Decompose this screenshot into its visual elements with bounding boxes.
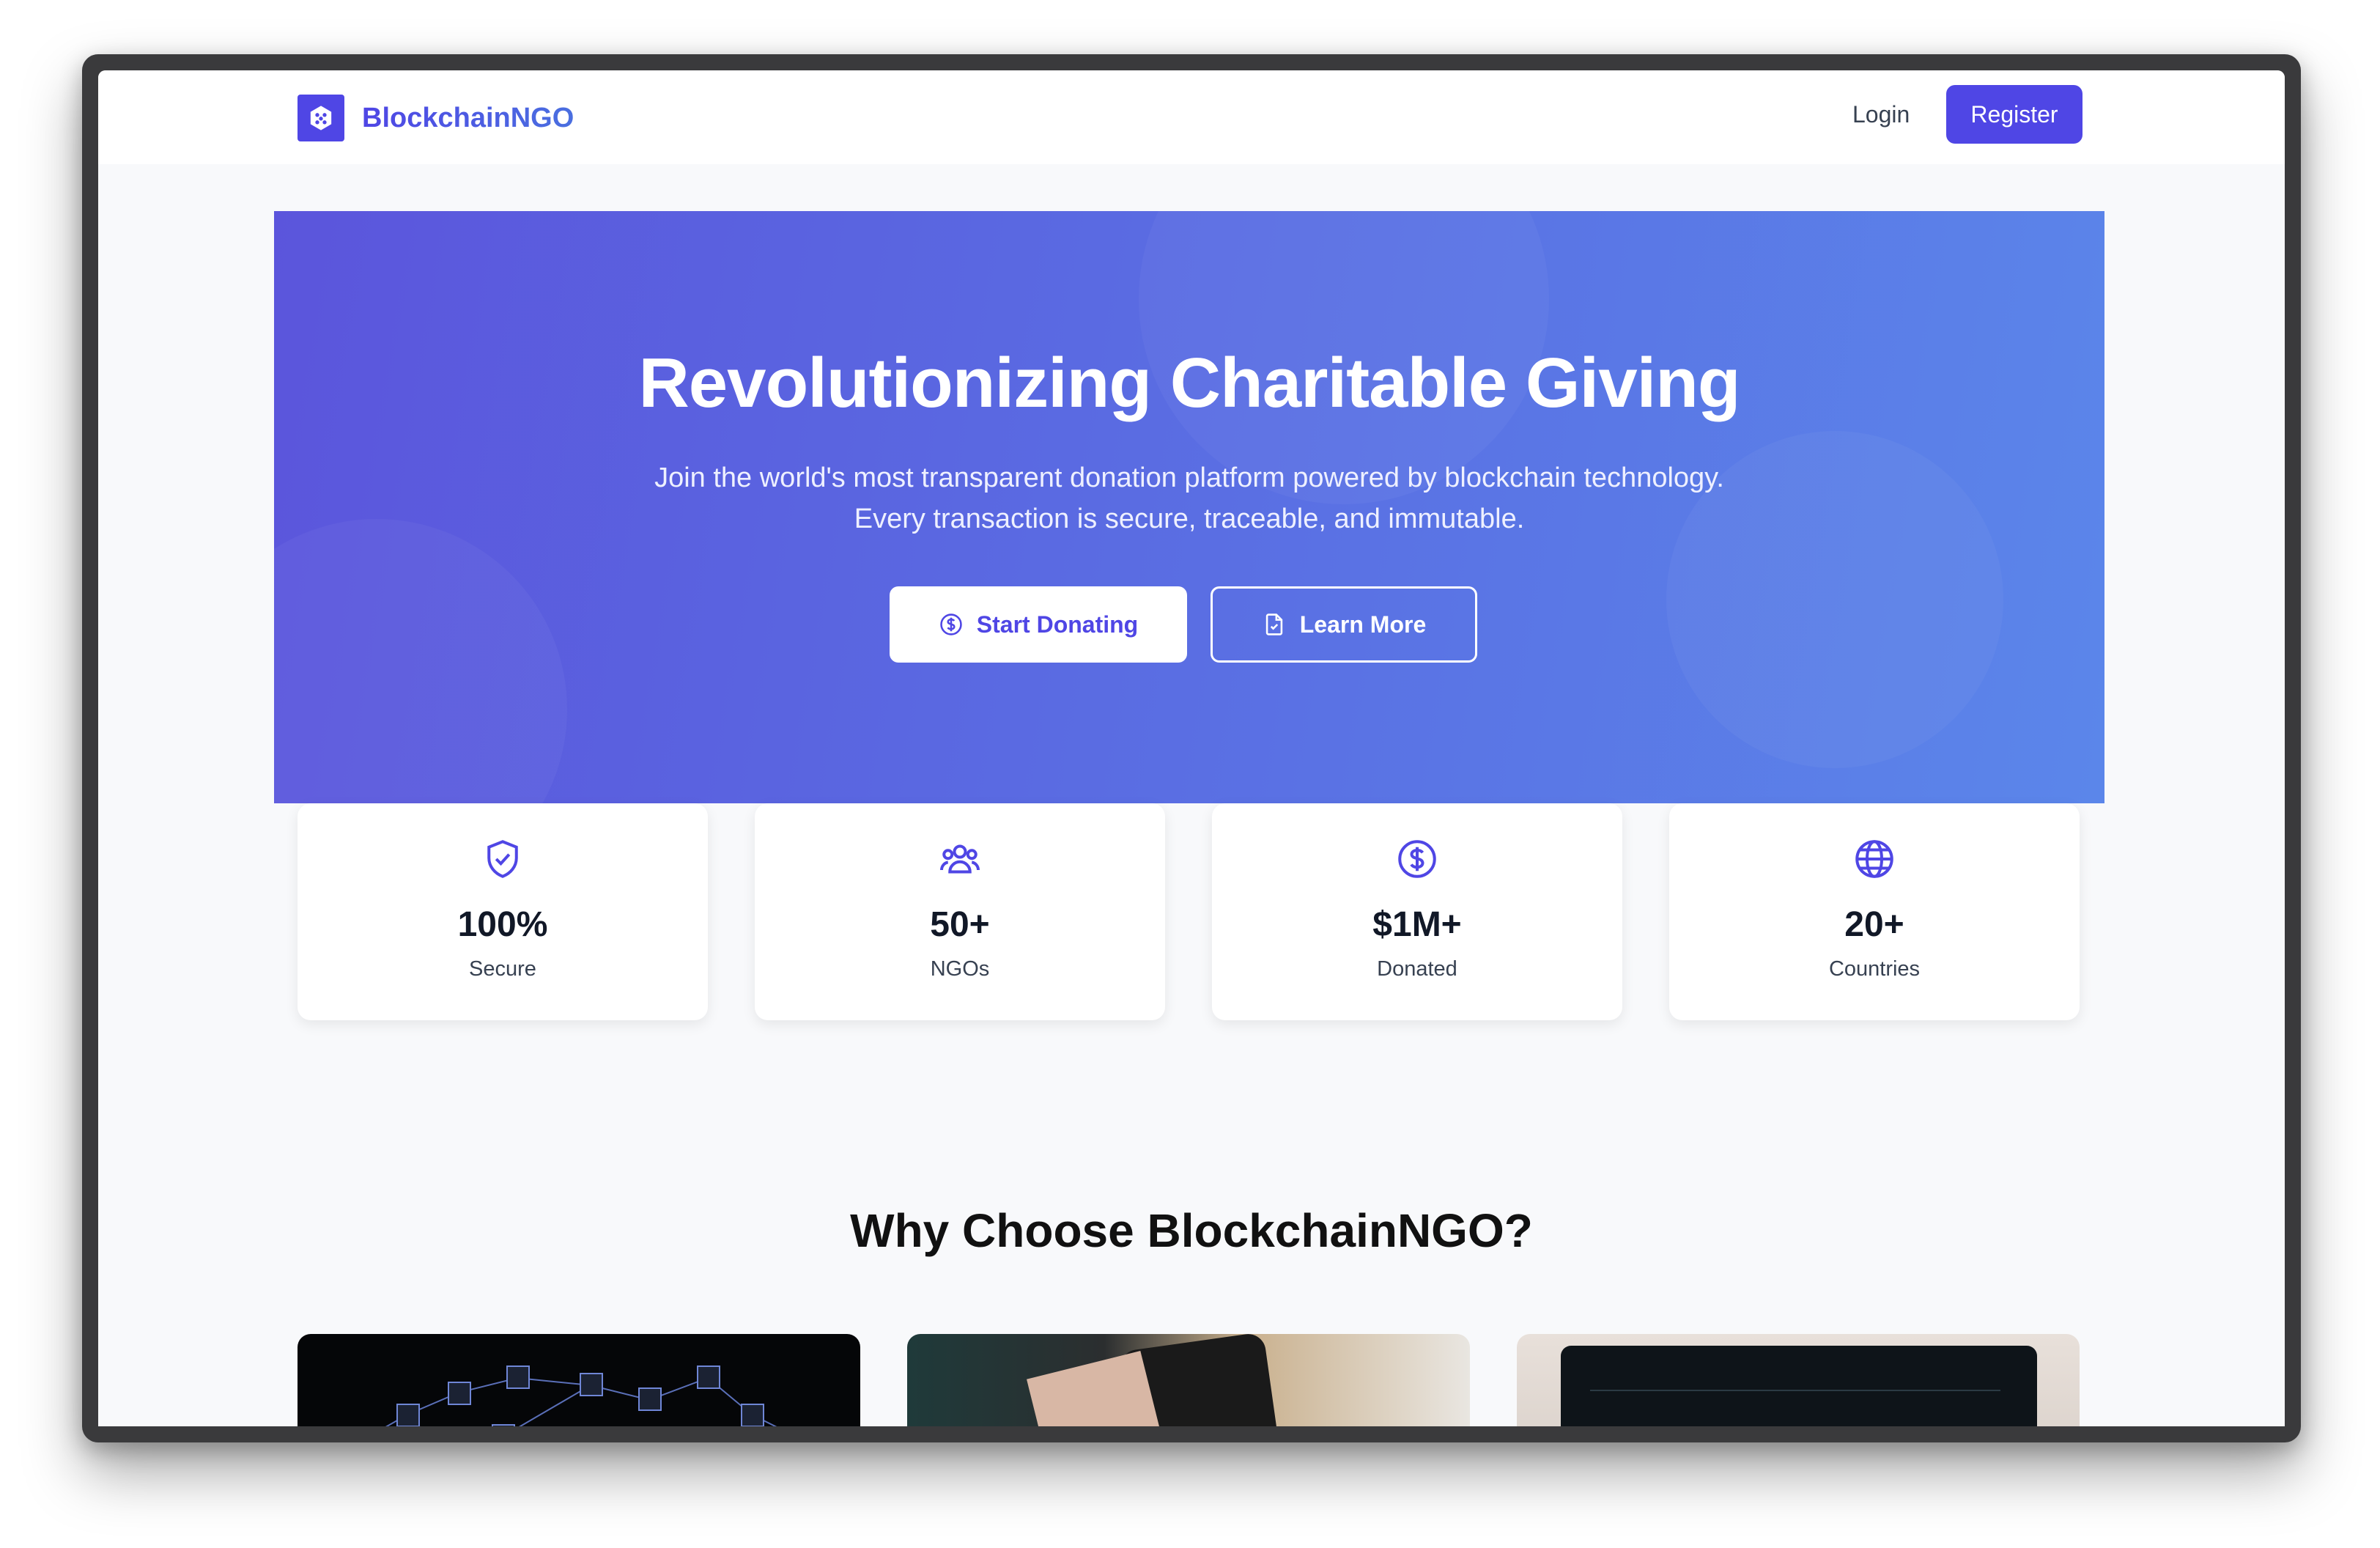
- stat-value: $1M+: [1372, 905, 1462, 944]
- stat-label: Donated: [1377, 957, 1457, 981]
- section-title: Why Choose BlockchainNGO?: [850, 1204, 1533, 1257]
- stat-label: NGOs: [930, 957, 990, 981]
- page-viewport: BlockchainNGO Login Register Revolutioni…: [98, 70, 2285, 1426]
- dollar-circle-icon: [1398, 840, 1436, 878]
- globe-icon: [1855, 840, 1893, 878]
- browser-window: BlockchainNGO Login Register Revolutioni…: [82, 54, 2301, 1442]
- stat-card: $1M+ Donated: [1212, 803, 1622, 1020]
- stat-card: 20+ Countries: [1669, 803, 2080, 1020]
- hero-decoration: [274, 519, 567, 803]
- hero-title: Revolutionizing Charitable Giving: [638, 344, 1740, 422]
- cube-logo-icon: [298, 95, 344, 141]
- blockchain-cubes-image: [385, 1365, 777, 1426]
- hero-banner: Revolutionizing Charitable Giving Join t…: [274, 211, 2104, 803]
- register-button[interactable]: Register: [1946, 85, 2082, 144]
- brand[interactable]: BlockchainNGO: [298, 95, 574, 141]
- document-check-icon: [1265, 613, 1282, 635]
- hero-subtitle-line: Every transaction is secure, traceable, …: [854, 504, 1525, 534]
- start-donating-label: Start Donating: [976, 611, 1139, 638]
- stat-label: Secure: [469, 957, 536, 981]
- stat-card: 100% Secure: [298, 803, 708, 1020]
- start-donating-button[interactable]: Start Donating: [890, 586, 1187, 663]
- stat-value: 20+: [1844, 905, 1904, 944]
- stat-value: 100%: [457, 905, 548, 944]
- users-icon: [940, 844, 980, 874]
- laptop-dashboard-image: [1561, 1346, 2037, 1426]
- feature-image-blockchain: [298, 1334, 860, 1426]
- hero-subtitle: Join the world's most transparent donati…: [274, 457, 2104, 539]
- stat-label: Countries: [1828, 957, 1921, 981]
- stat-card: 50+ NGOs: [755, 803, 1165, 1020]
- feature-image-payment: [907, 1334, 1470, 1426]
- brand-name: BlockchainNGO: [362, 102, 574, 133]
- hero-subtitle-line: Join the world's most transparent donati…: [654, 462, 1724, 493]
- feature-image-analytics: [1517, 1334, 2080, 1426]
- stat-value: 50+: [930, 905, 990, 944]
- top-navbar: BlockchainNGO Login Register: [98, 70, 2285, 164]
- learn-more-button[interactable]: Learn More: [1211, 586, 1477, 663]
- dollar-circle-icon: [940, 613, 962, 635]
- shield-check-icon: [487, 840, 518, 878]
- login-link[interactable]: Login: [1852, 101, 1910, 128]
- learn-more-label: Learn More: [1299, 611, 1427, 638]
